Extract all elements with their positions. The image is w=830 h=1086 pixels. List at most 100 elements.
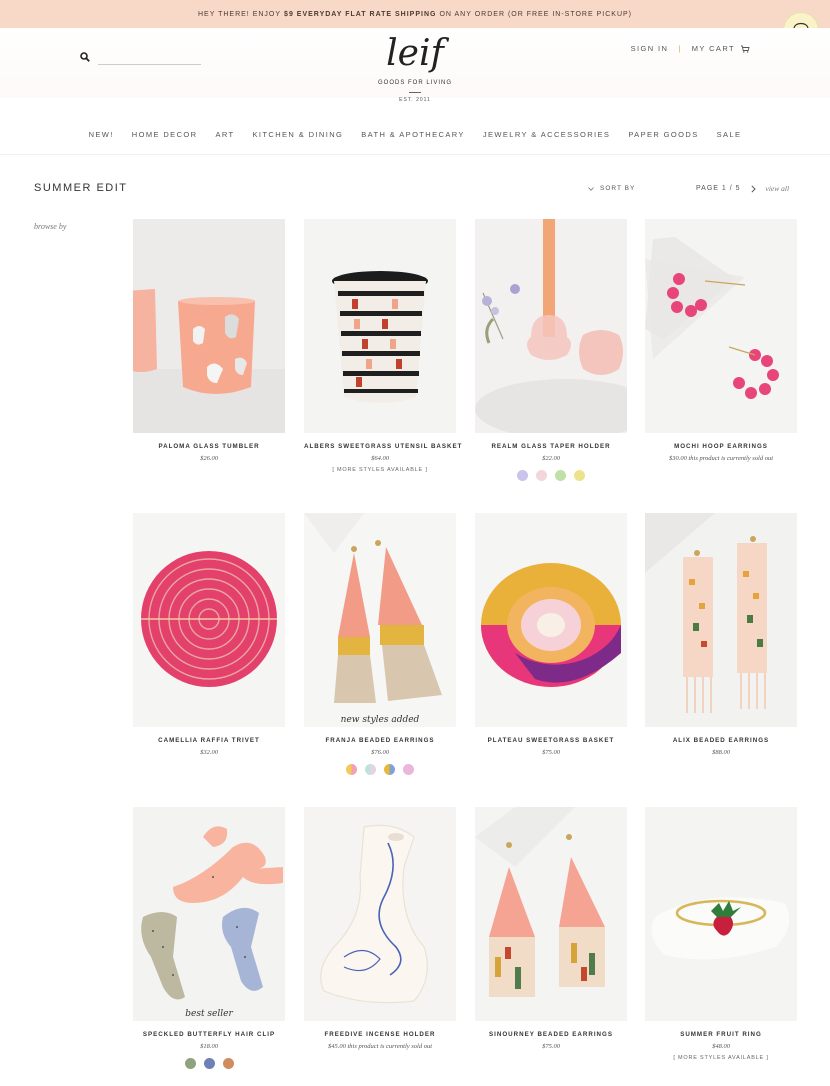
product-image[interactable]: [475, 219, 627, 433]
product-card[interactable]: best seller SPECKLED BUTTERFLY HAIR CLIP…: [133, 807, 285, 1069]
chevron-right-icon[interactable]: [750, 184, 756, 193]
swatch-green[interactable]: [555, 470, 566, 481]
fruit-ring-photo: [645, 807, 797, 1021]
swatch-terracotta[interactable]: [222, 1058, 234, 1069]
product-image[interactable]: [645, 513, 797, 727]
product-price: $76.00: [371, 749, 389, 756]
product-image[interactable]: [304, 219, 456, 433]
nav-item-home-decor[interactable]: HOME DECOR: [132, 130, 198, 139]
swatch-yellow[interactable]: [574, 470, 585, 481]
color-swatches: [133, 1058, 285, 1069]
product-card[interactable]: CAMELLIA RAFFIA TRIVET $32.00: [133, 513, 285, 756]
sign-in-link[interactable]: SIGN IN: [631, 44, 669, 53]
nav-item-sale[interactable]: SALE: [717, 130, 742, 139]
product-price: $22.00: [542, 455, 560, 462]
product-image[interactable]: [475, 513, 627, 727]
product-price: $18.00: [200, 1043, 218, 1050]
product-image[interactable]: best seller: [133, 807, 285, 1021]
product-price: $26.00: [200, 455, 218, 462]
nav-item-paper-goods[interactable]: PAPER GOODS: [628, 130, 698, 139]
color-swatches: [475, 470, 627, 481]
product-image[interactable]: new styles added: [304, 513, 456, 727]
sort-label[interactable]: SORT BY: [600, 185, 635, 192]
swatch-yellow-pink[interactable]: [346, 764, 357, 775]
tumbler-photo: [133, 219, 285, 433]
product-card[interactable]: SINOURNEY BEADED EARRINGS $75.00: [475, 807, 627, 1050]
product-card[interactable]: PLATEAU SWEETGRASS BASKET $75.00: [475, 513, 627, 756]
product-name[interactable]: PALOMA GLASS TUMBLER: [133, 443, 285, 450]
nav-item-art[interactable]: ART: [215, 130, 234, 139]
product-card[interactable]: ALBERS SWEETGRASS UTENSIL BASKET $64.00 …: [304, 219, 461, 473]
product-price: $30.00 this product is currently sold ou…: [668, 455, 774, 462]
best-seller-badge: best seller: [185, 1009, 233, 1019]
cart-link[interactable]: MY CART: [692, 44, 750, 53]
swatch-pink[interactable]: [536, 470, 547, 481]
product-name[interactable]: REALM GLASS TAPER HOLDER: [475, 443, 627, 450]
swatch-pink[interactable]: [403, 764, 414, 775]
alix-earrings-photo: [645, 513, 797, 727]
product-name[interactable]: ALBERS SWEETGRASS UTENSIL BASKET: [304, 443, 461, 450]
browse-by-filter[interactable]: browse by: [34, 222, 66, 231]
logo-wordmark[interactable]: leif: [0, 34, 830, 74]
more-styles-note[interactable]: [ MORE STYLES AVAILABLE ]: [645, 1055, 797, 1061]
product-card[interactable]: ALIX BEADED EARRINGS $88.00: [645, 513, 797, 756]
color-swatches: [304, 764, 456, 775]
swatch-olive[interactable]: [184, 1058, 196, 1069]
plateau-basket-photo: [475, 513, 627, 727]
view-all-link[interactable]: view all: [766, 184, 790, 193]
hair-clip-photo: [133, 807, 285, 1021]
taper-holder-photo: [475, 219, 627, 433]
product-name[interactable]: PLATEAU SWEETGRASS BASKET: [475, 737, 627, 744]
product-price: $75.00: [542, 1043, 560, 1050]
basket-photo: [304, 219, 456, 433]
cart-label[interactable]: MY CART: [692, 44, 735, 53]
product-name[interactable]: SPECKLED BUTTERFLY HAIR CLIP: [133, 1031, 285, 1038]
swatch-lavender[interactable]: [517, 470, 528, 481]
nav-item-kitchen-dining[interactable]: KITCHEN & DINING: [253, 130, 344, 139]
incense-holder-photo: [304, 807, 456, 1021]
swatch-gold-blue[interactable]: [384, 764, 395, 775]
product-image[interactable]: [475, 807, 627, 1021]
product-card[interactable]: new styles added FRANJA BEADED EARRINGS …: [304, 513, 456, 775]
product-image[interactable]: [304, 807, 456, 1021]
sort-icon: [588, 186, 594, 191]
product-name[interactable]: FRANJA BEADED EARRINGS: [304, 737, 456, 744]
account-separator: |: [678, 44, 682, 53]
header-divider: [0, 154, 830, 155]
product-image[interactable]: [645, 807, 797, 1021]
product-card[interactable]: PALOMA GLASS TUMBLER $26.00: [133, 219, 285, 462]
swatch-mint[interactable]: [365, 764, 376, 775]
product-card[interactable]: MOCHI HOOP EARRINGS $30.00 this product …: [645, 219, 797, 462]
product-name[interactable]: CAMELLIA RAFFIA TRIVET: [133, 737, 285, 744]
product-price: $32.00: [200, 749, 218, 756]
more-styles-note[interactable]: [ MORE STYLES AVAILABLE ]: [304, 467, 456, 473]
page-title: SUMMER EDIT: [34, 182, 128, 194]
swatch-blue[interactable]: [203, 1058, 215, 1069]
product-name[interactable]: SUMMER FRUIT RING: [645, 1031, 797, 1038]
product-name[interactable]: FREEDIVE INCENSE HOLDER: [304, 1031, 456, 1038]
logo-established: EST. 2011: [399, 97, 431, 103]
product-image[interactable]: [133, 513, 285, 727]
cart-icon[interactable]: [740, 45, 750, 53]
pagination: PAGE 1 / 5 view all: [696, 184, 789, 193]
product-image[interactable]: [133, 219, 285, 433]
product-price: $45.00 this product is currently sold ou…: [327, 1043, 433, 1050]
product-name[interactable]: ALIX BEADED EARRINGS: [645, 737, 797, 744]
nav-item-new[interactable]: NEW!: [89, 130, 114, 139]
announcement-bar: HEY THERE! ENJOY $9 EVERYDAY FLAT RATE S…: [0, 0, 830, 28]
franja-earrings-photo: [304, 513, 456, 727]
nav-item-jewelry-accessories[interactable]: JEWELRY & ACCESSORIES: [483, 130, 611, 139]
announcement-highlight: $9 EVERYDAY FLAT RATE SHIPPING: [284, 10, 437, 18]
product-image[interactable]: [645, 219, 797, 433]
logo-rule: [409, 92, 421, 93]
nav-item-bath-apothecary[interactable]: BATH & APOTHECARY: [361, 130, 465, 139]
product-card[interactable]: SUMMER FRUIT RING $48.00 [ MORE STYLES A…: [645, 807, 797, 1061]
product-card[interactable]: REALM GLASS TAPER HOLDER $22.00: [475, 219, 627, 481]
product-card[interactable]: FREEDIVE INCENSE HOLDER $45.00 this prod…: [304, 807, 456, 1050]
new-styles-badge: new styles added: [340, 715, 420, 725]
product-name[interactable]: SINOURNEY BEADED EARRINGS: [475, 1031, 627, 1038]
product-price: $88.00: [712, 749, 730, 756]
page-indicator: PAGE 1 / 5: [696, 185, 741, 192]
product-name[interactable]: MOCHI HOOP EARRINGS: [645, 443, 797, 450]
sort-dropdown[interactable]: SORT BY: [588, 185, 635, 192]
